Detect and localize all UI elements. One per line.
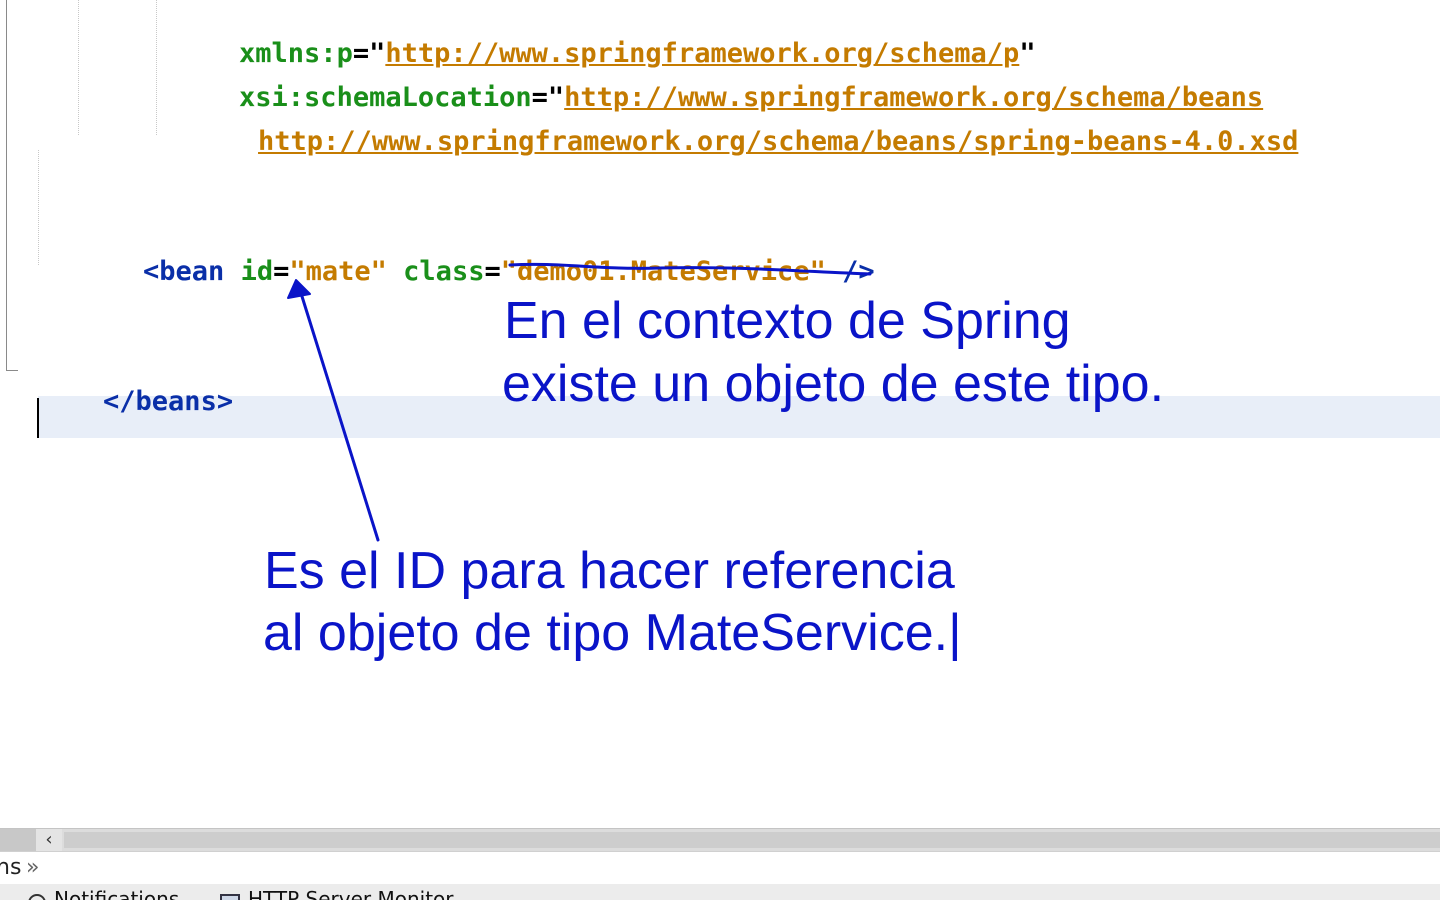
tab-notifications[interactable]: Notifications (54, 886, 179, 900)
breadcrumb-chevron-icon: » (26, 855, 40, 880)
http-monitor-icon (220, 894, 240, 900)
class-annotation-line-2: existe un objeto de este tipo. (502, 355, 1165, 413)
breadcrumb: ns » (0, 851, 1440, 885)
tab-http-server-monitor[interactable]: HTTP Server Monitor (248, 886, 454, 900)
class-annotation-line-1: En el contexto de Spring (504, 292, 1071, 350)
horizontal-scrollbar[interactable]: ‹ (0, 828, 1440, 851)
id-arrow-shaft (298, 288, 380, 542)
id-annotation-line-1: Es el ID para hacer referencia (264, 542, 955, 600)
bottom-tool-tabs: Notifications HTTP Server Monitor (0, 884, 1440, 900)
code-editor[interactable]: xmlns:p="http://www.springframework.org/… (0, 0, 1440, 828)
class-underline-stroke (508, 262, 872, 276)
scrollbar-thumb[interactable] (64, 832, 1440, 848)
id-arrow-head (287, 279, 311, 299)
notification-icon (28, 894, 46, 900)
scrollbar-left-area (0, 829, 36, 851)
scroll-left-arrow-icon[interactable]: ‹ (36, 829, 62, 851)
breadcrumb-item[interactable]: ns (0, 852, 21, 884)
id-annotation-line-2: al objeto de tipo MateService.| (263, 604, 962, 662)
